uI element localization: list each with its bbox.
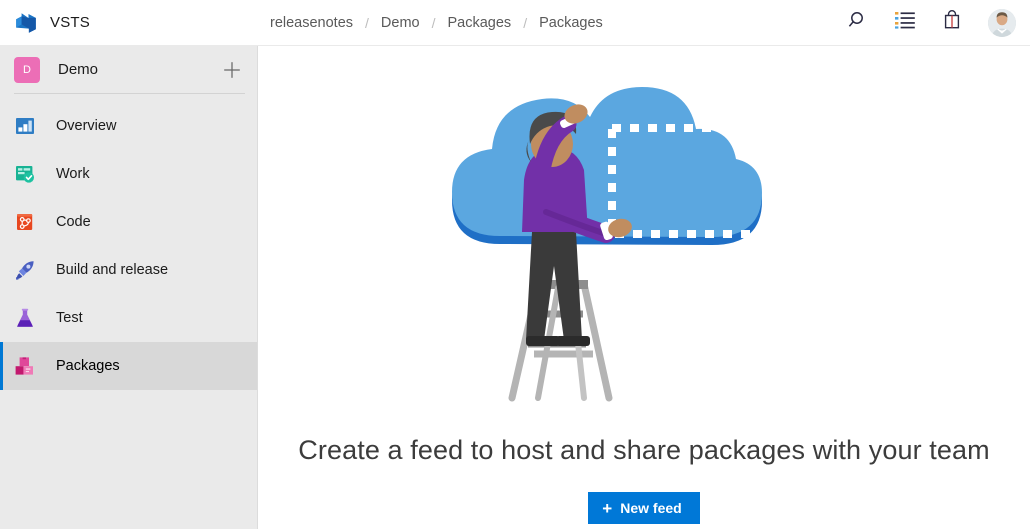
marketplace-bag-icon[interactable]	[942, 9, 962, 36]
main-content: Create a feed to host and share packages…	[258, 46, 1030, 529]
project-header[interactable]: D Demo	[0, 46, 257, 93]
empty-state-illustration	[434, 52, 854, 429]
sidebar-item-test[interactable]: Test	[0, 294, 257, 342]
new-feed-button-label: New feed	[620, 500, 682, 516]
sidebar-item-overview[interactable]: Overview	[0, 102, 257, 150]
breadcrumb-item-0[interactable]: releasenotes	[268, 15, 355, 31]
sidebar-item-label: Packages	[56, 358, 120, 374]
sidebar-item-label: Code	[56, 214, 91, 230]
code-icon	[14, 211, 36, 233]
test-icon	[14, 307, 36, 329]
sidebar-item-label: Work	[56, 166, 90, 182]
sidebar-item-work[interactable]: Work	[0, 150, 257, 198]
top-header: VSTS releasenotes / Demo / Packages / Pa…	[0, 0, 1030, 46]
build-and-release-icon	[14, 259, 36, 281]
breadcrumb-item-2[interactable]: Packages	[446, 15, 514, 31]
user-avatar[interactable]	[988, 8, 1016, 37]
plus-icon: +	[602, 498, 613, 518]
work-items-list-icon[interactable]	[894, 10, 916, 35]
sidebar-nav: Overview Work Code Build and release Tes…	[0, 94, 257, 390]
brand-name: VSTS	[50, 14, 90, 31]
overview-icon	[14, 115, 36, 137]
sidebar-item-packages[interactable]: Packages	[0, 342, 257, 390]
work-icon	[14, 163, 36, 185]
sidebar-item-label: Test	[56, 310, 83, 326]
project-avatar: D	[14, 56, 40, 83]
page-body: D Demo Overview Work Code Build and rele…	[0, 46, 1030, 529]
sidebar: D Demo Overview Work Code Build and rele…	[0, 46, 258, 529]
page-title: Create a feed to host and share packages…	[298, 435, 990, 465]
breadcrumb-item-1[interactable]: Demo	[379, 15, 422, 31]
sidebar-item-build-and-release[interactable]: Build and release	[0, 246, 257, 294]
add-project-button[interactable]	[221, 59, 243, 81]
brand-area[interactable]: VSTS	[0, 0, 258, 46]
sidebar-item-label: Overview	[56, 118, 117, 134]
project-name: Demo	[58, 61, 99, 78]
search-icon[interactable]	[846, 9, 868, 36]
new-feed-button[interactable]: + New feed	[588, 492, 700, 524]
packages-icon	[14, 355, 36, 377]
breadcrumb: releasenotes / Demo / Packages / Package…	[258, 15, 605, 31]
vsts-packages-page: VSTS releasenotes / Demo / Packages / Pa…	[0, 0, 1030, 529]
breadcrumb-separator: /	[523, 14, 528, 31]
breadcrumb-item-3[interactable]: Packages	[537, 15, 605, 31]
sidebar-item-code[interactable]: Code	[0, 198, 257, 246]
vsts-logo-icon	[14, 11, 38, 35]
sidebar-item-label: Build and release	[56, 262, 169, 278]
breadcrumb-separator: /	[431, 14, 436, 31]
breadcrumb-separator: /	[365, 14, 369, 31]
header-actions	[846, 8, 1030, 37]
